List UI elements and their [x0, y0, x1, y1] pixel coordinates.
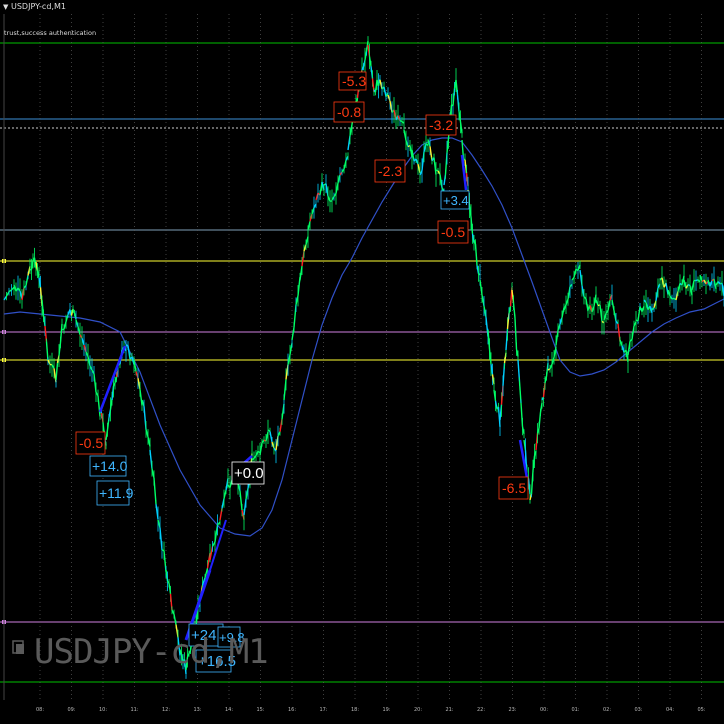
trade-label-text: -0.5	[441, 224, 465, 240]
trade-label-text: -2.3	[378, 163, 402, 179]
time-axis-label: 09:	[68, 707, 76, 713]
chart-subtitle: trust,success authentication	[4, 29, 97, 37]
time-axis-label: 14:	[225, 707, 233, 713]
time-axis-label: 16:	[288, 707, 296, 713]
trade-label-text: -0.5	[79, 435, 103, 451]
trade-label[interactable]: -0.5	[437, 220, 469, 244]
time-axis-label: 23:	[509, 707, 517, 713]
chart-title: USDJPY-cd,M1	[11, 2, 66, 11]
time-axis-label: 13:	[194, 707, 202, 713]
time-axis-label: 08:	[36, 707, 44, 713]
trade-label[interactable]: -0.5	[75, 431, 106, 455]
trade-label-text: +3.4	[443, 193, 469, 208]
time-axis-label: 15:	[257, 707, 265, 713]
time-axis-label: 20:	[414, 707, 422, 713]
time-axis-label: 18:	[351, 707, 359, 713]
symbol-watermark: USDJPY-cd,M1	[34, 632, 269, 672]
trade-labels: -5.3 -0.8 -3.2 -2.3 +3.4 -0.5 -0.5 +14.0…	[75, 71, 529, 673]
trade-label-text: +14.0	[92, 458, 128, 474]
trade-label[interactable]: +11.9	[96, 480, 134, 506]
time-axis-label: 22:	[477, 707, 485, 713]
trade-label[interactable]: +0.0	[231, 461, 265, 485]
time-axis-label: 01:	[572, 707, 580, 713]
price-segment	[153, 477, 157, 505]
time-axis-label: 17:	[320, 707, 328, 713]
trade-label[interactable]: -5.3	[338, 71, 367, 91]
price-chart[interactable]: 08: 09: 10: 11: 12: 13: 14: 15: 16: 17: 18: 19: 20: 2…	[0, 0, 724, 724]
time-axis-label: 02:	[603, 707, 611, 713]
trade-label-text: -5.3	[342, 73, 366, 89]
trade-label-text: -0.8	[337, 104, 361, 120]
time-axis-label: 10:	[99, 707, 107, 713]
time-axis-label: 11:	[131, 707, 139, 713]
session-separators	[39, 14, 702, 700]
chart-object-icon	[12, 640, 24, 654]
trade-label-text: +11.9	[99, 485, 134, 501]
trade-label-text: -3.2	[429, 117, 453, 133]
trend-segment[interactable]	[98, 345, 127, 413]
trade-label[interactable]: -6.5	[498, 476, 529, 500]
trade-label[interactable]: -0.8	[333, 101, 365, 123]
trade-label[interactable]: +14.0	[89, 455, 128, 477]
trade-label[interactable]: +3.4	[440, 190, 470, 210]
time-axis-label: 05:	[698, 707, 706, 713]
time-axis-label: 12:	[162, 707, 170, 713]
price-path[interactable]	[3, 36, 724, 679]
trade-label-text: -6.5	[502, 480, 526, 496]
chart-window[interactable]: 08: 09: 10: 11: 12: 13: 14: 15: 16: 17: 18: 19: 20: 2…	[0, 0, 724, 724]
time-axis-label: 04:	[666, 707, 674, 713]
time-axis-label: 19:	[383, 707, 391, 713]
chart-title-bar[interactable]: ▼ USDJPY-cd,M1	[0, 0, 724, 14]
dropdown-arrow-icon[interactable]: ▼	[3, 0, 8, 14]
trade-label-text: +0.0	[234, 465, 264, 482]
time-axis-label: 00:	[540, 707, 548, 713]
time-axis-label: 21:	[446, 707, 454, 713]
time-axis-label: 03:	[635, 707, 643, 713]
trade-label[interactable]: -2.3	[374, 159, 406, 183]
trade-label[interactable]: -3.2	[425, 114, 457, 136]
time-axis: 08: 09: 10: 11: 12: 13: 14: 15: 16: 17: 18: 19: 20: 2…	[36, 707, 706, 713]
